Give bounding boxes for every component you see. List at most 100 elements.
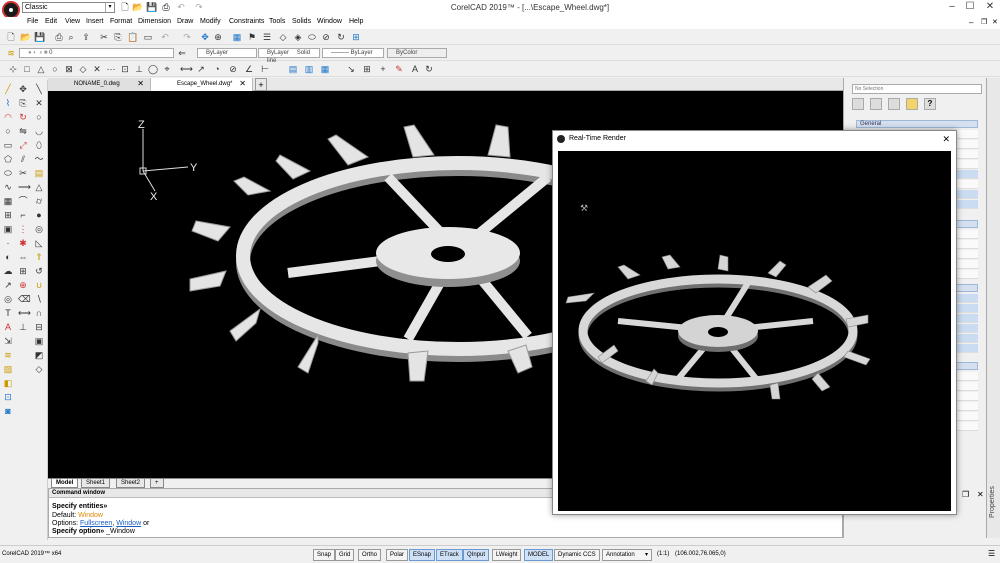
circle-icon[interactable]: ○: [3, 126, 13, 136]
close-icon[interactable]: ✕: [942, 131, 950, 147]
menu-constraints[interactable]: Constraints: [229, 18, 264, 25]
layer-previous-icon[interactable]: ⇐: [177, 48, 187, 58]
selection-dropdown[interactable]: No Selection: [852, 84, 982, 94]
grid-tools-icon[interactable]: ⊞: [351, 32, 361, 42]
lweight-toggle[interactable]: LWeight: [492, 549, 522, 561]
select-objects-icon[interactable]: [870, 98, 882, 110]
spline-2-icon[interactable]: 〜: [34, 154, 44, 164]
add-sheet-button[interactable]: +: [150, 479, 164, 488]
properties-settings-icon[interactable]: [906, 98, 918, 110]
cloud-icon[interactable]: ☁: [3, 266, 13, 276]
menu-modify[interactable]: Modify: [200, 18, 221, 25]
design-resources-icon[interactable]: ▦: [232, 32, 242, 42]
stretch-icon[interactable]: ⇔: [18, 252, 28, 262]
text-icon[interactable]: T: [3, 308, 13, 318]
snap-quadrant-icon[interactable]: ◇: [78, 64, 88, 74]
close-icon[interactable]: ✕: [239, 78, 246, 90]
union-icon[interactable]: ∪: [34, 280, 44, 290]
region-icon[interactable]: ◐: [3, 252, 13, 262]
ortho-toggle[interactable]: Ortho: [358, 549, 382, 561]
render-icon[interactable]: ◈: [293, 32, 303, 42]
zoom-icon[interactable]: ⊕: [213, 32, 223, 42]
real-time-render-window[interactable]: Real-Time Render ✕ ⚒: [552, 130, 957, 515]
copy-icon[interactable]: ⎘: [113, 32, 123, 42]
line-icon[interactable]: ╱: [3, 84, 13, 94]
circle-2-icon[interactable]: ○: [34, 112, 44, 122]
dim-linear-icon[interactable]: ⟷: [180, 64, 193, 74]
ray-icon[interactable]: ↗: [3, 280, 13, 290]
menu-view[interactable]: View: [65, 18, 80, 25]
snap-endpoint-icon[interactable]: □: [22, 64, 32, 74]
hatch-icon[interactable]: ▦: [3, 196, 13, 206]
snap-perpendicular-icon[interactable]: ⊥: [134, 64, 144, 74]
sheet-tab-model[interactable]: Model: [51, 479, 79, 488]
doc-restore-icon[interactable]: ❐: [981, 18, 987, 26]
solid-sphere-icon[interactable]: ●: [34, 210, 44, 220]
explode-icon[interactable]: ✱: [18, 238, 28, 248]
donut-icon[interactable]: ◎: [3, 294, 13, 304]
panel-restore-icon[interactable]: ❐: [962, 490, 969, 499]
dim-update-icon[interactable]: ↻: [424, 64, 434, 74]
properties-side-tab[interactable]: Properties: [986, 78, 1000, 538]
snap-tangent-icon[interactable]: ◯: [148, 64, 158, 74]
properties-icon[interactable]: ⚑: [247, 32, 257, 42]
sync-icon[interactable]: ↻: [336, 32, 346, 42]
open-folder-icon[interactable]: 📂: [132, 2, 144, 13]
ellipse-2-icon[interactable]: ⬯: [34, 140, 44, 150]
snap-nearest-icon[interactable]: ⌖: [162, 64, 172, 74]
polygon-icon[interactable]: ⬠: [3, 154, 13, 164]
center-mark-icon[interactable]: +: [378, 64, 388, 74]
point-icon[interactable]: ·: [3, 238, 13, 248]
qinput-toggle[interactable]: QInput: [463, 549, 490, 561]
render-window-titlebar[interactable]: Real-Time Render ✕: [553, 131, 956, 147]
solid-cone-icon[interactable]: △: [34, 182, 44, 192]
dim-line-icon[interactable]: ╲: [34, 84, 44, 94]
menu-dimension[interactable]: Dimension: [138, 18, 171, 25]
solid-wedge-icon[interactable]: ◺: [34, 238, 44, 248]
rectangle-icon[interactable]: ▭: [3, 140, 13, 150]
dim-radius-icon[interactable]: ◔: [212, 64, 222, 74]
menu-window[interactable]: Window: [317, 18, 342, 25]
save-icon[interactable]: 💾: [34, 32, 45, 42]
grid-toggle[interactable]: Grid: [335, 549, 355, 561]
close-icon[interactable]: ✕: [137, 78, 144, 90]
option-fullscreen-link[interactable]: Fullscreen: [80, 520, 112, 527]
snap-extension-icon[interactable]: ⋯: [106, 64, 116, 74]
undo-icon[interactable]: ↶: [175, 2, 187, 13]
doc-minimize-icon[interactable]: –: [969, 18, 973, 27]
menu-draw[interactable]: Draw: [177, 18, 193, 25]
toggle-pickadd-icon[interactable]: [888, 98, 900, 110]
field-icon[interactable]: ⊡: [3, 392, 13, 402]
redo-icon[interactable]: ↷: [193, 2, 205, 13]
menu-format[interactable]: Format: [110, 18, 132, 25]
esnap-toggle[interactable]: ESnap: [409, 549, 436, 561]
match-icon[interactable]: ▭: [143, 32, 153, 42]
shade-icon[interactable]: ◇: [278, 32, 288, 42]
doc-close-icon[interactable]: ✕: [992, 18, 998, 26]
print-icon[interactable]: ⎙: [160, 2, 172, 13]
arc-icon[interactable]: ◠: [3, 112, 13, 122]
layers-icon[interactable]: ☰: [262, 32, 272, 42]
mirror-icon[interactable]: ⇋: [18, 126, 28, 136]
layer-walk-icon[interactable]: ≋: [3, 350, 13, 360]
interfere-icon[interactable]: ◩: [34, 350, 44, 360]
redo-icon[interactable]: ↷: [182, 32, 192, 42]
workspace-select[interactable]: Classic ▾: [22, 2, 115, 13]
snap-midpoint-icon[interactable]: △: [36, 64, 46, 74]
polar-toggle[interactable]: Polar: [386, 549, 409, 561]
section-icon[interactable]: ▣: [34, 336, 44, 346]
spline-icon[interactable]: ∿: [3, 182, 13, 192]
etrack-toggle[interactable]: ETrack: [436, 549, 463, 561]
extend-icon[interactable]: ⟶: [18, 182, 31, 192]
publish-icon[interactable]: ⇪: [81, 32, 91, 42]
cut-icon[interactable]: ✂: [99, 32, 109, 42]
leader-icon[interactable]: ↘: [346, 64, 356, 74]
minimize-icon[interactable]: –: [944, 0, 960, 14]
block-icon[interactable]: ▣: [3, 224, 13, 234]
print-icon[interactable]: ⎙: [54, 32, 64, 42]
revolve-icon[interactable]: ↺: [34, 266, 44, 276]
help-icon[interactable]: ?: [924, 98, 936, 110]
sheet-tab-sheet1[interactable]: Sheet1: [81, 479, 111, 488]
menu-file[interactable]: File: [27, 18, 38, 25]
new-icon[interactable]: 🗋: [6, 32, 16, 42]
